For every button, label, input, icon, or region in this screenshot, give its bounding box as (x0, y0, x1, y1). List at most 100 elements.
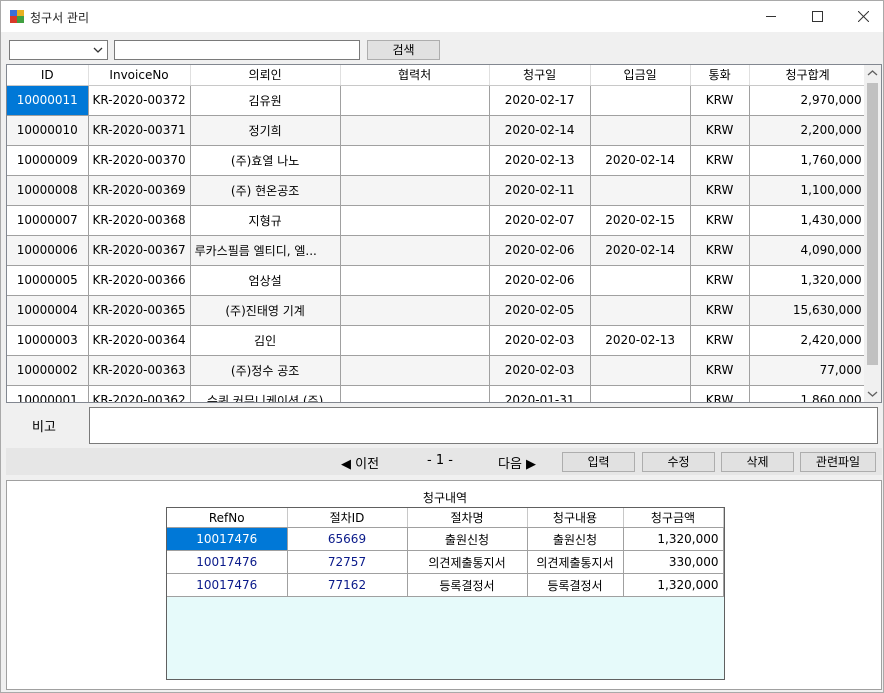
cell-invoice[interactable]: KR-2020-00366 (88, 265, 191, 296)
search-field-combo[interactable] (9, 40, 108, 60)
cell-currency[interactable]: KRW (690, 115, 750, 146)
cell-currency[interactable]: KRW (690, 205, 750, 236)
cell-proc-id[interactable]: 77162 (287, 573, 408, 597)
detail-row[interactable]: 10017476 77162 등록결정서 등록결정서 1,320,000 (167, 573, 724, 597)
cell-total[interactable]: 1,860,000 (749, 385, 867, 402)
next-page-link[interactable]: 다음 ▶ (498, 453, 536, 472)
cell-billed[interactable]: 2020-02-03 (489, 325, 591, 356)
cell-total[interactable]: 1,760,000 (749, 145, 867, 176)
cell-client[interactable]: (주)정수 공조 (190, 355, 341, 386)
cell-content[interactable]: 의견제출통지서 (527, 550, 624, 574)
cell-invoice[interactable]: KR-2020-00363 (88, 355, 191, 386)
cell-currency[interactable]: KRW (690, 355, 750, 386)
col-header-refno[interactable]: RefNo (167, 508, 288, 528)
cell-paid[interactable]: 2020-02-15 (590, 205, 691, 236)
cell-total[interactable]: 4,090,000 (749, 235, 867, 266)
cell-proc-id[interactable]: 72757 (287, 550, 408, 574)
table-row[interactable]: 10000011 KR-2020-00372 김유원 2020-02-17 KR… (7, 85, 867, 116)
cell-total[interactable]: 1,430,000 (749, 205, 867, 236)
cell-content[interactable]: 등록결정서 (527, 573, 624, 597)
cell-amount[interactable]: 1,320,000 (623, 527, 724, 551)
invoice-grid[interactable]: ID InvoiceNo 의뢰인 협력처 청구일 입금일 통화 청구합계 100… (6, 64, 882, 403)
cell-partner[interactable] (340, 355, 490, 386)
cell-paid[interactable]: 2020-02-13 (590, 325, 691, 356)
related-files-button[interactable]: 관련파일 (800, 452, 876, 472)
cell-partner[interactable] (340, 385, 490, 402)
cell-invoice[interactable]: KR-2020-00369 (88, 175, 191, 206)
cell-refno[interactable]: 10017476 (167, 527, 288, 551)
input-button[interactable]: 입력 (562, 452, 635, 472)
cell-amount[interactable]: 330,000 (623, 550, 724, 574)
cell-billed[interactable]: 2020-01-31 (489, 385, 591, 402)
cell-billed[interactable]: 2020-02-06 (489, 265, 591, 296)
cell-id[interactable]: 10000008 (7, 175, 89, 206)
cell-currency[interactable]: KRW (690, 265, 750, 296)
cell-amount[interactable]: 1,320,000 (623, 573, 724, 597)
cell-billed[interactable]: 2020-02-14 (489, 115, 591, 146)
cell-partner[interactable] (340, 145, 490, 176)
cell-id[interactable]: 10000004 (7, 295, 89, 326)
cell-partner[interactable] (340, 235, 490, 266)
table-row[interactable]: 10000006 KR-2020-00367 루카스필름 엘티디, 엘... 2… (7, 235, 867, 266)
edit-button[interactable]: 수정 (642, 452, 715, 472)
cell-refno[interactable]: 10017476 (167, 550, 288, 574)
col-header-content[interactable]: 청구내용 (527, 508, 624, 528)
col-header-partner[interactable]: 협력처 (340, 65, 490, 86)
cell-id[interactable]: 10000007 (7, 205, 89, 236)
cell-total[interactable]: 2,420,000 (749, 325, 867, 356)
prev-page-link[interactable]: ◀ 이전 (341, 453, 379, 472)
cell-id[interactable]: 10000002 (7, 355, 89, 386)
cell-partner[interactable] (340, 85, 490, 116)
cell-client[interactable]: 김유원 (190, 85, 341, 116)
cell-proc-name[interactable]: 출원신청 (407, 527, 528, 551)
cell-billed[interactable]: 2020-02-06 (489, 235, 591, 266)
cell-currency[interactable]: KRW (690, 145, 750, 176)
cell-paid[interactable] (590, 265, 691, 296)
cell-client[interactable]: 김인 (190, 325, 341, 356)
table-row[interactable]: 10000005 KR-2020-00366 엄상설 2020-02-06 KR… (7, 265, 867, 296)
cell-content[interactable]: 출원신청 (527, 527, 624, 551)
cell-id[interactable]: 10000006 (7, 235, 89, 266)
cell-id[interactable]: 10000003 (7, 325, 89, 356)
cell-partner[interactable] (340, 295, 490, 326)
col-header-proc-id[interactable]: 절차ID (287, 508, 408, 528)
cell-client[interactable]: 수퀴 커뮤니케이션 (주) (190, 385, 341, 402)
close-button[interactable] (840, 1, 884, 32)
cell-currency[interactable]: KRW (690, 175, 750, 206)
cell-refno[interactable]: 10017476 (167, 573, 288, 597)
cell-client[interactable]: 루카스필름 엘티디, 엘... (190, 235, 341, 266)
cell-total[interactable]: 1,320,000 (749, 265, 867, 296)
cell-id[interactable]: 10000010 (7, 115, 89, 146)
cell-proc-name[interactable]: 의견제출통지서 (407, 550, 528, 574)
cell-currency[interactable]: KRW (690, 85, 750, 116)
cell-total[interactable]: 15,630,000 (749, 295, 867, 326)
col-header-id[interactable]: ID (7, 65, 89, 86)
cell-partner[interactable] (340, 175, 490, 206)
cell-currency[interactable]: KRW (690, 235, 750, 266)
cell-client[interactable]: 정기희 (190, 115, 341, 146)
cell-total[interactable]: 77,000 (749, 355, 867, 386)
cell-partner[interactable] (340, 265, 490, 296)
cell-proc-name[interactable]: 등록결정서 (407, 573, 528, 597)
cell-client[interactable]: 지형규 (190, 205, 341, 236)
cell-total[interactable]: 1,100,000 (749, 175, 867, 206)
scroll-thumb[interactable] (867, 83, 878, 365)
col-header-paid-date[interactable]: 입금일 (590, 65, 691, 86)
cell-invoice[interactable]: KR-2020-00365 (88, 295, 191, 326)
col-header-proc-name[interactable]: 절차명 (407, 508, 528, 528)
cell-invoice[interactable]: KR-2020-00370 (88, 145, 191, 176)
cell-total[interactable]: 2,200,000 (749, 115, 867, 146)
cell-paid[interactable]: 2020-02-14 (590, 235, 691, 266)
cell-id[interactable]: 10000001 (7, 385, 89, 402)
cell-paid[interactable] (590, 355, 691, 386)
detail-row[interactable]: 10017476 72757 의견제출통지서 의견제출통지서 330,000 (167, 550, 724, 574)
minimize-button[interactable] (748, 1, 794, 32)
cell-partner[interactable] (340, 115, 490, 146)
cell-invoice[interactable]: KR-2020-00372 (88, 85, 191, 116)
cell-id[interactable]: 10000005 (7, 265, 89, 296)
cell-id[interactable]: 10000009 (7, 145, 89, 176)
table-row[interactable]: 10000007 KR-2020-00368 지형규 2020-02-07 20… (7, 205, 867, 236)
cell-billed[interactable]: 2020-02-05 (489, 295, 591, 326)
col-header-client[interactable]: 의뢰인 (190, 65, 341, 86)
search-input[interactable] (114, 40, 360, 60)
